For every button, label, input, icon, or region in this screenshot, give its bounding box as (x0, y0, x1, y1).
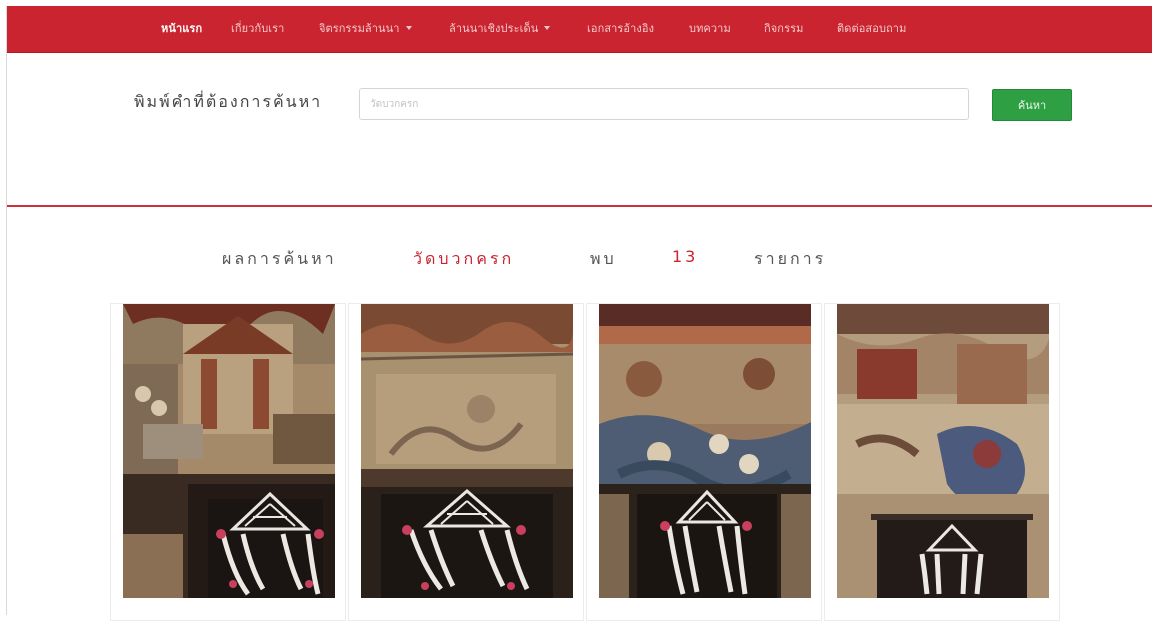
search-input[interactable] (359, 88, 969, 120)
result-card[interactable] (824, 303, 1060, 621)
nav-item-activities[interactable]: กิจกรรม (764, 21, 803, 37)
results-unit: รายการ (754, 249, 827, 268)
results-count: 13 (672, 247, 699, 266)
nav-item-about[interactable]: เกี่ยวกับเรา (231, 21, 284, 37)
result-card[interactable] (586, 303, 822, 621)
nav-item-label: จิตรกรรมล้านนา (319, 22, 400, 35)
nav-item-references[interactable]: เอกสารอ้างอิง (587, 21, 654, 37)
mural-image[interactable] (599, 304, 811, 598)
page-frame: หน้าแรก เกี่ยวกับเรา จิตรกรรมล้านนา ล้าน… (6, 6, 1152, 621)
nav-item-contact[interactable]: ติดต่อสอบถาม (837, 21, 906, 37)
nav-item-lanna-murals[interactable]: จิตรกรรมล้านนา (319, 21, 412, 37)
results-term: วัดบวกครก (413, 249, 515, 268)
search-button[interactable]: ค้นหา (992, 89, 1072, 121)
results-prefix: ผลการค้นหา (222, 249, 337, 268)
search-label: พิมพ์คำที่ต้องการค้นหา (134, 92, 323, 111)
result-card[interactable] (110, 303, 346, 621)
result-card[interactable] (348, 303, 584, 621)
nav-item-articles[interactable]: บทความ (689, 21, 731, 37)
chevron-down-icon (405, 26, 412, 30)
results-found-label: พบ (590, 249, 617, 268)
nav-item-home[interactable]: หน้าแรก (161, 21, 202, 37)
nav-item-lanna-topics[interactable]: ล้านนาเชิงประเด็น (449, 21, 551, 37)
mural-image[interactable] (123, 304, 335, 598)
mural-image[interactable] (361, 304, 573, 598)
chevron-down-icon (544, 26, 551, 30)
section-divider (7, 205, 1152, 207)
mural-image[interactable] (837, 304, 1049, 598)
nav-item-label: ล้านนาเชิงประเด็น (449, 22, 539, 35)
top-navbar: หน้าแรก เกี่ยวกับเรา จิตรกรรมล้านนา ล้าน… (7, 6, 1152, 53)
